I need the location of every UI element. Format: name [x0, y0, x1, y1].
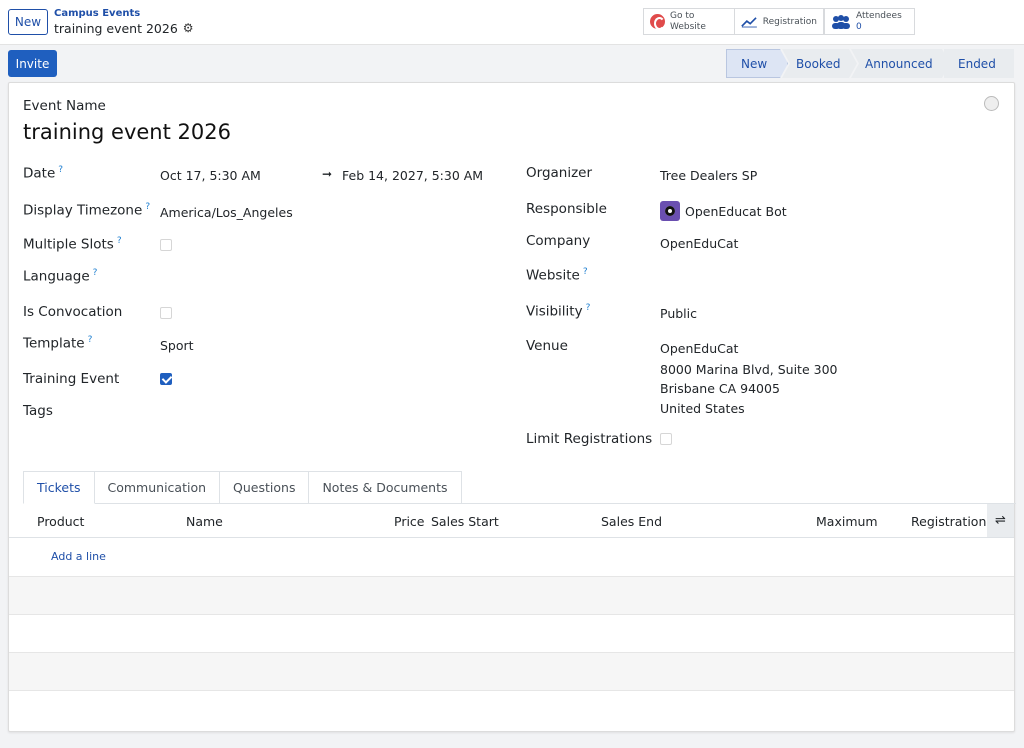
help-icon[interactable]: ?: [117, 236, 122, 246]
attendees-label: Attendees: [856, 10, 902, 21]
table-row: [9, 652, 1014, 690]
stage-new[interactable]: New: [726, 49, 788, 78]
multiple-slots-checkbox[interactable]: [160, 239, 172, 251]
column-name[interactable]: Name: [186, 514, 223, 529]
convocation-label: Is Convocation: [23, 304, 123, 320]
status-bar: New Booked Announced Ended: [726, 49, 1014, 78]
invite-button[interactable]: Invite: [8, 50, 57, 77]
website-line1: Go to: [670, 10, 695, 21]
date-start-field[interactable]: Oct 17, 5:30 AM: [160, 168, 261, 183]
multiple-slots-label: Multiple Slots?: [23, 236, 122, 253]
training-event-label: Training Event: [23, 371, 120, 387]
company-field[interactable]: OpenEduCat: [660, 236, 738, 251]
website-label: Website?: [526, 267, 588, 284]
priority-toggle[interactable]: [984, 96, 999, 111]
table-row: [9, 614, 1014, 652]
notebook-tabs: Tickets Communication Questions Notes & …: [23, 471, 462, 504]
stage-booked[interactable]: Booked: [782, 49, 857, 78]
stage-ended[interactable]: Ended: [944, 49, 1014, 78]
column-price[interactable]: Price: [394, 514, 425, 529]
visibility-field[interactable]: Public: [660, 306, 697, 321]
attendees-button[interactable]: Attendees 0: [824, 8, 915, 35]
top-bar: New Campus Events training event 2026 ⚙ …: [0, 0, 1024, 45]
website-label-text: Website: [526, 267, 580, 284]
column-registration[interactable]: Registration: [911, 514, 986, 529]
timezone-label: Display Timezone?: [23, 202, 150, 219]
date-end-field[interactable]: Feb 14, 2027, 5:30 AM: [342, 168, 483, 183]
gear-icon[interactable]: ⚙: [183, 20, 194, 37]
column-sales-start[interactable]: Sales Start: [431, 514, 499, 529]
registration-button[interactable]: Registration: [734, 8, 824, 35]
timezone-field[interactable]: America/Los_Angeles: [160, 205, 293, 220]
breadcrumb-current: training event 2026 ⚙: [54, 20, 194, 37]
venue-label: Venue: [526, 338, 568, 354]
timezone-label-text: Display Timezone: [23, 202, 143, 219]
avatar: [660, 201, 680, 221]
form-sheet: Event Name training event 2026 Date? Oct…: [8, 82, 1016, 732]
arrow-right-icon: ➞: [322, 167, 333, 181]
column-product[interactable]: Product: [37, 514, 84, 529]
language-label-text: Language: [23, 268, 90, 285]
event-name-label: Event Name: [23, 98, 106, 114]
help-icon[interactable]: ?: [586, 303, 591, 313]
date-label-text: Date: [23, 165, 56, 182]
tab-tickets[interactable]: Tickets: [23, 471, 95, 504]
multiple-slots-label-text: Multiple Slots: [23, 236, 114, 253]
column-maximum[interactable]: Maximum: [816, 514, 878, 529]
date-label: Date?: [23, 165, 63, 182]
tab-notes-documents[interactable]: Notes & Documents: [309, 471, 462, 504]
responsible-field[interactable]: OpenEducat Bot: [685, 204, 787, 219]
convocation-checkbox[interactable]: [160, 307, 172, 319]
help-icon[interactable]: ?: [583, 267, 588, 277]
users-icon: [832, 14, 850, 29]
stage-announced[interactable]: Announced: [851, 49, 950, 78]
globe-icon: [650, 14, 665, 30]
organizer-field[interactable]: Tree Dealers SP: [660, 168, 757, 183]
template-label: Template?: [23, 335, 92, 352]
template-label-text: Template: [23, 335, 85, 352]
registration-label: Registration: [762, 16, 817, 27]
help-icon[interactable]: ?: [88, 335, 93, 345]
tab-communication[interactable]: Communication: [94, 471, 221, 504]
go-to-website-button[interactable]: Go to Website: [643, 8, 735, 35]
venue-country: United States: [660, 401, 745, 416]
organizer-label: Organizer: [526, 165, 593, 181]
event-name-field[interactable]: training event 2026: [23, 120, 231, 144]
website-line2: Website: [670, 21, 706, 32]
breadcrumb-parent-link[interactable]: Campus Events: [54, 8, 194, 20]
new-button[interactable]: New: [8, 9, 48, 35]
tab-questions[interactable]: Questions: [220, 471, 310, 504]
venue-name[interactable]: OpenEduCat: [660, 341, 738, 356]
template-field[interactable]: Sport: [160, 338, 194, 353]
help-icon[interactable]: ?: [145, 202, 150, 212]
breadcrumb: Campus Events training event 2026 ⚙: [54, 8, 194, 37]
tags-label: Tags: [23, 403, 53, 419]
training-event-checkbox[interactable]: [160, 373, 172, 385]
column-sales-end[interactable]: Sales End: [601, 514, 662, 529]
column-settings-icon[interactable]: ⇌: [987, 504, 1014, 537]
table-row: [9, 576, 1014, 614]
tickets-table-header: Product Name Price Sales Start Sales End…: [9, 504, 1014, 538]
table-row: [9, 690, 1014, 728]
responsible-label: Responsible: [526, 201, 607, 217]
limit-registrations-label: Limit Registrations: [526, 431, 653, 447]
visibility-label-text: Visibility: [526, 303, 583, 320]
add-a-line-link[interactable]: Add a line: [51, 550, 106, 563]
attendees-count: 0: [856, 21, 862, 32]
company-label: Company: [526, 233, 591, 249]
chart-line-icon: [741, 16, 757, 27]
language-label: Language?: [23, 268, 97, 285]
limit-registrations-checkbox[interactable]: [660, 433, 672, 445]
visibility-label: Visibility?: [526, 303, 590, 320]
venue-street: 8000 Marina Blvd, Suite 300: [660, 362, 838, 377]
help-icon[interactable]: ?: [93, 268, 98, 278]
venue-city: Brisbane CA 94005: [660, 381, 780, 396]
help-icon[interactable]: ?: [58, 165, 63, 175]
control-bar: Invite New Booked Announced Ended: [0, 45, 1024, 81]
record-title: training event 2026: [54, 21, 178, 36]
